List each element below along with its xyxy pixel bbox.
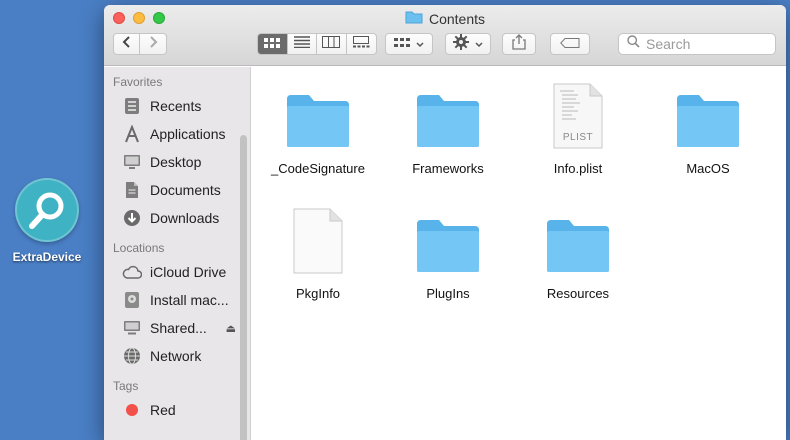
chevron-right-icon (148, 35, 158, 54)
applications-icon (122, 124, 142, 144)
plist-badge: PLIST (562, 132, 594, 143)
sidebar-item-label: Applications (150, 126, 226, 142)
gear-icon (453, 33, 469, 55)
folder-icon (415, 204, 481, 274)
sidebar-item-label: iCloud Drive (150, 264, 227, 280)
chevron-left-icon (122, 35, 132, 54)
search-input[interactable] (646, 36, 766, 52)
share-icon (512, 33, 526, 55)
magnifier-icon (15, 178, 79, 242)
gallery-view-button[interactable] (347, 34, 376, 54)
sidebar: Favorites Recents Applications Desktop D… (104, 67, 251, 440)
blank-document-icon (292, 204, 344, 274)
file-item-plugins[interactable]: PlugIns (388, 204, 508, 301)
clock-icon (122, 96, 142, 116)
sidebar-item-shared[interactable]: Shared... ⏏ (104, 314, 250, 342)
sidebar-item-label: Downloads (150, 210, 220, 226)
file-item-pkginfo[interactable]: PkgInfo (258, 204, 378, 301)
back-button[interactable] (114, 34, 141, 54)
group-by-button[interactable] (385, 33, 433, 55)
cloud-icon (122, 262, 142, 282)
sidebar-item-network[interactable]: Network (104, 342, 250, 370)
sidebar-item-label: Network (150, 348, 202, 364)
sidebar-item-label: Shared... (150, 320, 207, 336)
sidebar-item-desktop[interactable]: Desktop (104, 148, 250, 176)
folder-icon (545, 204, 611, 274)
file-name: MacOS (686, 161, 730, 176)
sidebar-item-label: Red (150, 402, 176, 418)
file-name: PlugIns (426, 286, 470, 301)
folder-icon (675, 79, 741, 149)
view-mode-control (257, 33, 377, 55)
sidebar-item-documents[interactable]: Documents (104, 176, 250, 204)
sidebar-item-icloud-drive[interactable]: iCloud Drive (104, 258, 250, 286)
disk-icon (122, 290, 142, 310)
sidebar-item-downloads[interactable]: Downloads (104, 204, 250, 232)
sidebar-item-install-macos[interactable]: Install mac... (104, 286, 250, 314)
search-icon (627, 35, 640, 53)
group-grid-icon (394, 35, 410, 53)
share-button[interactable] (502, 33, 536, 55)
download-icon (122, 208, 142, 228)
file-item-codesignature[interactable]: _CodeSignature (258, 79, 378, 176)
folder-icon (405, 10, 423, 27)
desktop-app-icon-extradevice[interactable]: ExtraDevice (4, 178, 90, 264)
sidebar-heading-locations: Locations (113, 241, 165, 255)
edit-tags-button[interactable] (550, 33, 590, 55)
file-name: Resources (546, 286, 610, 301)
file-item-frameworks[interactable]: Frameworks (388, 79, 508, 176)
folder-icon (415, 79, 481, 149)
chevron-down-icon (475, 35, 483, 53)
sidebar-item-tag-red[interactable]: Red (104, 396, 250, 424)
column-view-button[interactable] (317, 34, 347, 54)
sidebar-heading-tags: Tags (113, 379, 139, 393)
forward-button[interactable] (140, 34, 166, 54)
file-name: Info.plist (553, 161, 603, 176)
nav-buttons (113, 33, 167, 55)
globe-icon (122, 346, 142, 366)
eject-icon[interactable]: ⏏ (226, 322, 236, 335)
columns-icon (322, 35, 341, 53)
file-item-macos[interactable]: MacOS (648, 79, 768, 176)
file-name: _CodeSignature (271, 161, 365, 176)
sidebar-item-applications[interactable]: Applications (104, 120, 250, 148)
file-item-info-plist[interactable]: Info.plist PLIST (518, 79, 638, 176)
search-field[interactable] (618, 33, 776, 55)
titlebar: Contents (104, 5, 786, 66)
list-icon (293, 35, 310, 53)
desktop-app-label: ExtraDevice (12, 250, 82, 264)
list-view-button[interactable] (288, 34, 317, 54)
grid-icon (264, 35, 281, 53)
sidebar-item-recents[interactable]: Recents (104, 92, 250, 120)
sidebar-item-label: Recents (150, 98, 202, 114)
folder-icon (285, 79, 351, 149)
display-icon (122, 318, 142, 338)
icon-view-button[interactable] (258, 34, 288, 54)
file-item-resources[interactable]: Resources (518, 204, 638, 301)
window-title-text: Contents (428, 10, 486, 27)
sidebar-item-label: Install mac... (150, 292, 229, 308)
tag-icon (560, 35, 580, 53)
sidebar-item-label: Documents (150, 182, 221, 198)
document-icon (122, 180, 142, 200)
tag-dot-icon (122, 400, 142, 420)
chevron-down-icon (416, 35, 424, 53)
sidebar-scrollbar[interactable] (240, 135, 247, 440)
finder-window: Contents Search Favorites Recents Applic… (104, 5, 786, 440)
sidebar-item-label: Desktop (150, 154, 202, 170)
file-grid: _CodeSignature Frameworks Info.plist PLI… (252, 67, 786, 440)
window-title: Contents (104, 10, 786, 27)
desktop-icon (122, 152, 142, 172)
action-button[interactable] (445, 33, 491, 55)
gallery-icon (352, 35, 370, 53)
file-name: Frameworks (412, 161, 484, 176)
file-name: PkgInfo (295, 286, 341, 301)
sidebar-heading-favorites: Favorites (113, 75, 163, 89)
